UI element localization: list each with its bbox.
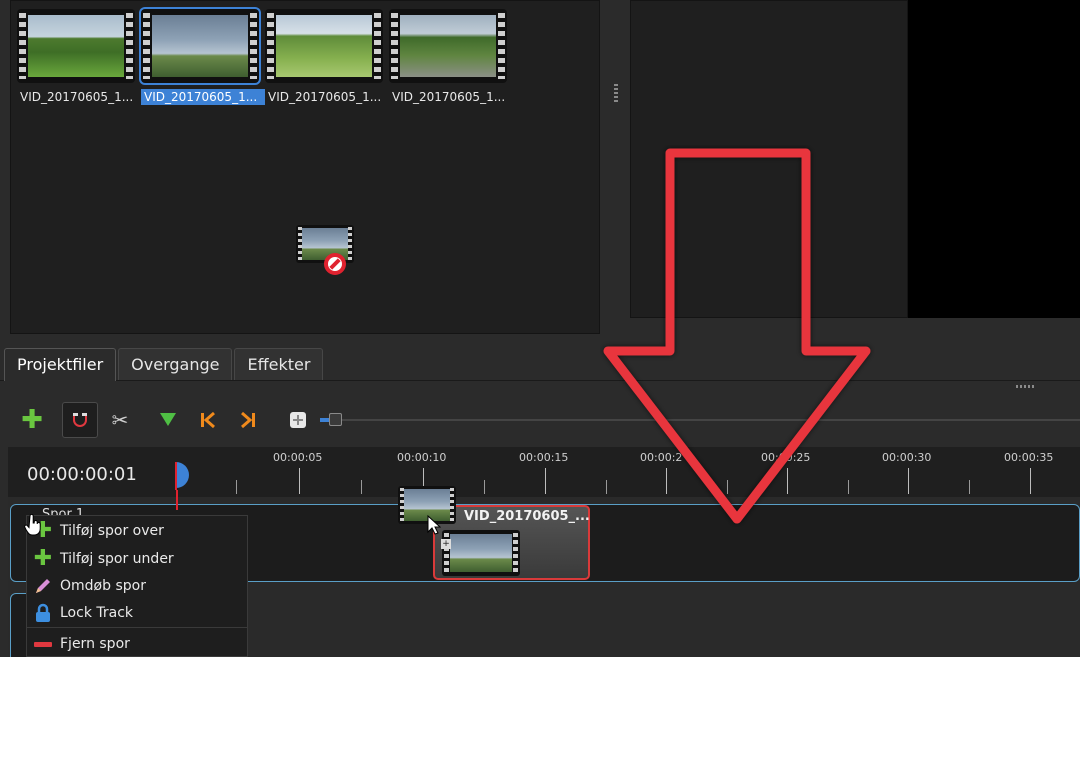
file-name-label: VID_20170605_1...: [20, 90, 134, 104]
next-marker-button[interactable]: [230, 402, 266, 438]
menu-item-label: Omdøb spor: [60, 578, 146, 594]
center-timeline-button[interactable]: [280, 402, 316, 438]
openshot-editor-window: VID_20170605_1... VID_20170605_1... VID_…: [0, 0, 1080, 657]
file-thumbnail-3[interactable]: VID_20170605_1...: [265, 9, 385, 105]
ruler-major-tick: [299, 468, 300, 494]
menu-item-label: Tilføj spor over: [60, 523, 164, 539]
previous-marker-icon: [201, 411, 215, 429]
razor-tool-button[interactable]: ✂: [102, 402, 138, 438]
menu-item-label: Lock Track: [60, 605, 134, 621]
file-name-label: VID_20170605_1...: [268, 90, 382, 104]
minus-icon: [33, 634, 53, 654]
razor-icon: ✂: [111, 408, 129, 432]
clip-title-label: VID_20170605_...: [464, 509, 590, 524]
video-thumbnail-image: [17, 9, 135, 83]
snapping-toggle-button[interactable]: [62, 402, 98, 438]
file-thumbnail-1[interactable]: VID_20170605_1...: [17, 9, 137, 105]
down-arrow-annotation-icon: [603, 148, 871, 524]
ruler-minor-tick: [484, 480, 485, 494]
menu-item-lock-track[interactable]: Lock Track: [27, 600, 247, 626]
project-files-panel[interactable]: VID_20170605_1... VID_20170605_1... VID_…: [10, 0, 600, 334]
dock-tabs: Projektfiler Overgange Effekter: [4, 348, 324, 381]
add-track-button[interactable]: ✚: [14, 402, 50, 438]
playhead-icon[interactable]: [172, 462, 190, 490]
center-timeline-icon: [290, 412, 306, 428]
file-thumbnail-2[interactable]: VID_20170605_1...: [141, 9, 265, 105]
clip-thumbnail: [442, 530, 520, 576]
add-marker-button[interactable]: [150, 402, 186, 438]
menu-item-label: Tilføj spor under: [60, 551, 174, 567]
marker-icon: [160, 413, 176, 426]
mouse-pointer-icon: [427, 515, 441, 535]
tab-effects[interactable]: Effekter: [234, 348, 324, 380]
ruler-tick-label: 00:00:30: [882, 451, 932, 464]
ruler-major-tick: [1030, 468, 1031, 494]
menu-item-rename-track[interactable]: Omdøb spor: [27, 573, 247, 599]
menu-item-label: Fjern spor: [60, 636, 130, 652]
tab-project-files[interactable]: Projektfiler: [4, 348, 117, 381]
playhead-line: [176, 490, 178, 510]
horizontal-splitter-handle[interactable]: [1016, 385, 1036, 388]
vertical-splitter-handle[interactable]: [614, 84, 618, 102]
tab-transitions[interactable]: Overgange: [118, 348, 233, 380]
zoom-slider-handle[interactable]: [329, 413, 342, 426]
video-thumbnail-image: [141, 9, 259, 83]
ruler-tick-label: 00:00:15: [519, 451, 569, 464]
menu-separator: [27, 627, 247, 628]
menu-item-remove-track[interactable]: Fjern spor: [27, 631, 247, 657]
current-timecode: 00:00:00:01: [27, 464, 137, 485]
ruler-tick-label: 00:00:35: [1004, 451, 1054, 464]
file-name-label-selected: VID_20170605_1...: [141, 89, 265, 105]
previous-marker-button[interactable]: [190, 402, 226, 438]
ruler-minor-tick: [361, 480, 362, 494]
video-thumbnail-image: [265, 9, 383, 83]
file-name-label: VID_20170605_1...: [392, 90, 506, 104]
video-thumbnail-image: [389, 9, 507, 83]
lock-icon: [33, 603, 53, 623]
menu-item-add-track-above[interactable]: ✚ Tilføj spor over: [27, 518, 247, 544]
next-marker-icon: [241, 411, 255, 429]
ruler-minor-tick: [236, 480, 237, 494]
track-context-menu: ✚ Tilføj spor over ✚ Tilføj spor under O…: [26, 515, 248, 657]
ruler-minor-tick: [969, 480, 970, 494]
clip-effects-icon: +: [441, 539, 451, 549]
ruler-tick-label: 00:00:10: [397, 451, 447, 464]
video-preview: [908, 0, 1080, 318]
hand-cursor-icon: [24, 514, 41, 536]
ruler-major-tick: [908, 468, 909, 494]
add-icon: ✚: [21, 405, 43, 435]
magnet-icon: [73, 413, 87, 427]
plus-icon: ✚: [33, 546, 53, 571]
menu-item-add-track-below[interactable]: ✚ Tilføj spor under: [27, 546, 247, 572]
ruler-major-tick: [545, 468, 546, 494]
no-drop-icon: [324, 253, 346, 275]
ruler-tick-label: 00:00:05: [273, 451, 323, 464]
file-thumbnail-4[interactable]: VID_20170605_1...: [389, 9, 509, 105]
pencil-icon: [33, 576, 53, 596]
